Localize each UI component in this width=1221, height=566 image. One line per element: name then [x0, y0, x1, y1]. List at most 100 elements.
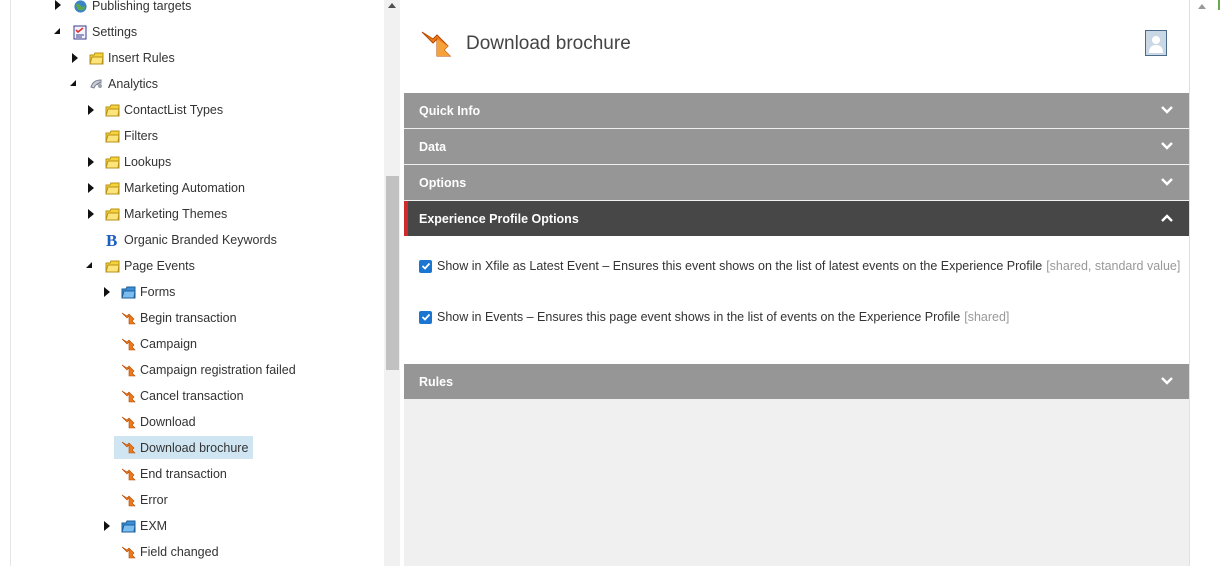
globe-icon [72, 0, 88, 14]
user-avatar-icon[interactable] [1145, 30, 1167, 56]
tree-item-download[interactable]: Download [120, 411, 196, 433]
tree-item-exm[interactable]: EXM [120, 515, 167, 537]
expander-analytics[interactable] [70, 80, 76, 86]
expander-insert-rules[interactable] [72, 53, 78, 63]
section-experience-profile-options[interactable]: Experience Profile Options [404, 201, 1189, 236]
right-panel-scrollbar[interactable] [1189, 0, 1221, 566]
expander-marketing-themes[interactable] [88, 209, 94, 219]
tree-item-label: Marketing Automation [124, 181, 245, 195]
folder-icon [104, 180, 120, 196]
page-event-arrow-icon [120, 310, 136, 326]
tree-item-lookups[interactable]: Lookups [104, 151, 171, 173]
expander-publishing-targets[interactable] [55, 0, 61, 10]
tree-item-begin-transaction[interactable]: Begin transaction [120, 307, 237, 329]
section-label: Experience Profile Options [419, 211, 579, 226]
tree-item-label: Download brochure [140, 440, 249, 455]
expander-page-events[interactable] [86, 262, 92, 268]
tree-item-filters[interactable]: Filters [104, 125, 158, 147]
folder-icon [88, 50, 104, 66]
tree-item-campaign[interactable]: Campaign [120, 333, 197, 355]
tree-item-campaign-registration-failed[interactable]: Campaign registration failed [120, 359, 296, 381]
expander-marketing-automation[interactable] [88, 183, 94, 193]
tree-item-insert-rules[interactable]: Insert Rules [88, 47, 175, 69]
page-event-arrow-icon [120, 544, 136, 560]
option-label: Show in Xfile as Latest Event – Ensures … [437, 259, 1043, 273]
validation-indicator [1218, 0, 1220, 10]
expander-forms[interactable] [104, 287, 110, 297]
expander-contactlist-types[interactable] [88, 105, 94, 115]
tree-item-label: Page Events [124, 259, 195, 273]
tree-item-label: EXM [140, 519, 168, 533]
settings-checklist-icon [72, 24, 88, 40]
scroll-up-arrow-icon[interactable] [1198, 4, 1206, 9]
page-event-arrow-icon [120, 362, 136, 378]
page-event-arrow-icon [120, 388, 136, 404]
option-show-in-events[interactable]: Show in Events – Ensures this page event… [419, 310, 1009, 324]
expander-exm[interactable] [104, 521, 110, 531]
folder-icon [104, 154, 120, 170]
experience-profile-options-body: Show in Xfile as Latest Event – Ensures … [404, 236, 1189, 364]
bing-b-icon: B [104, 232, 120, 248]
page-event-arrow-icon [420, 28, 452, 65]
page-event-arrow-icon [120, 492, 136, 508]
tree-item-label: Organic Branded Keywords [124, 233, 277, 247]
tree-item-organic-branded-keywords[interactable]: B Organic Branded Keywords [104, 229, 277, 251]
scroll-up-arrow-icon[interactable] [388, 3, 396, 8]
page-title: Download brochure [466, 33, 631, 54]
tree-item-label: Lookups [124, 155, 172, 169]
folder-icon [104, 258, 120, 274]
folder-icon [104, 102, 120, 118]
blue-folder-icon [120, 518, 136, 534]
chevron-down-icon [1161, 142, 1173, 150]
blue-folder-icon [120, 284, 136, 300]
section-rules[interactable]: Rules [404, 364, 1189, 399]
tree-item-forms[interactable]: Forms [120, 281, 175, 303]
tree-item-page-events[interactable]: Page Events [104, 255, 195, 277]
page-event-arrow-icon [120, 466, 136, 482]
option-label: Show in Events – Ensures this page event… [437, 310, 961, 324]
tree-item-label: End transaction [140, 467, 227, 481]
section-label: Rules [419, 374, 454, 389]
tree-item-download-brochure[interactable]: Download brochure [114, 436, 254, 459]
option-note: [shared, standard value] [1046, 259, 1181, 273]
section-label: Data [419, 139, 447, 154]
tree-item-label: Marketing Themes [124, 207, 228, 221]
section-options[interactable]: Options [404, 165, 1189, 200]
expander-lookups[interactable] [88, 157, 94, 167]
tree-item-analytics[interactable]: Analytics [88, 73, 158, 95]
folder-icon [104, 206, 120, 222]
tree-item-label: Cancel transaction [140, 389, 244, 403]
tree-item-marketing-themes[interactable]: Marketing Themes [104, 203, 227, 225]
tree-item-label: Analytics [108, 77, 159, 91]
tree-item-end-transaction[interactable]: End transaction [120, 463, 227, 485]
section-label: Quick Info [419, 103, 481, 118]
checkbox-show-in-xfile[interactable] [419, 259, 432, 273]
analytics-satellite-icon [88, 76, 104, 92]
chevron-down-icon [1161, 106, 1173, 114]
chevron-up-icon [1161, 214, 1173, 222]
tree-item-label: Error [140, 493, 168, 507]
tree-item-label: Publishing targets [92, 0, 192, 13]
tree-item-marketing-automation[interactable]: Marketing Automation [104, 177, 245, 199]
section-quick-info[interactable]: Quick Info [404, 93, 1189, 128]
tree-item-label: Campaign [140, 337, 197, 351]
tree-item-label: Insert Rules [108, 51, 175, 65]
tree-item-label: Field changed [140, 545, 219, 559]
tree-item-label: Settings [92, 25, 138, 39]
tree-scrollbar-thumb[interactable] [386, 176, 399, 370]
tree-item-settings[interactable]: Settings [72, 21, 137, 43]
page-event-arrow-icon [120, 414, 136, 430]
folder-icon [104, 128, 120, 144]
tree-item-error[interactable]: Error [120, 489, 168, 511]
checkbox-show-in-events[interactable] [419, 310, 432, 324]
page-event-arrow-icon [120, 336, 136, 352]
option-show-in-xfile[interactable]: Show in Xfile as Latest Event – Ensures … [419, 259, 1180, 273]
tree-item-label: Forms [140, 285, 176, 299]
tree-item-contactlist-types[interactable]: ContactList Types [104, 99, 223, 121]
tree-item-publishing-targets[interactable]: Publishing targets [72, 0, 191, 17]
section-data[interactable]: Data [404, 129, 1189, 164]
tree-item-cancel-transaction[interactable]: Cancel transaction [120, 385, 244, 407]
tree-item-field-changed[interactable]: Field changed [120, 541, 219, 563]
tree-item-label: ContactList Types [124, 103, 224, 117]
expander-settings[interactable] [54, 28, 60, 34]
